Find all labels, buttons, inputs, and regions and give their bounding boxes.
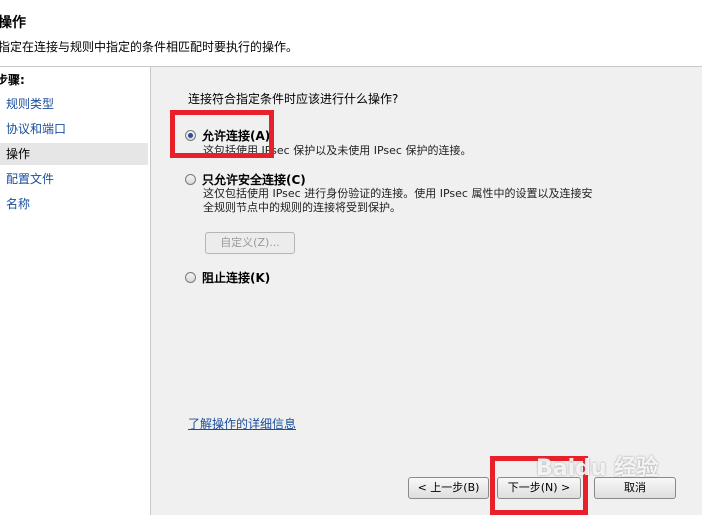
allow-connection-radio[interactable] xyxy=(185,130,196,141)
step-action[interactable]: 操作 xyxy=(0,143,148,165)
secure-connection-label[interactable]: 只允许安全连接(C) xyxy=(202,171,306,188)
block-connection-radio[interactable] xyxy=(185,272,196,283)
page-title: 操作 xyxy=(0,15,26,31)
next-button[interactable]: 下一步(N) > xyxy=(497,477,581,499)
block-connection-option[interactable]: 阻止连接(K) xyxy=(185,269,270,286)
step-profile[interactable]: 配置文件 xyxy=(0,168,148,190)
allow-connection-option[interactable]: 允许连接(A) xyxy=(185,127,270,144)
block-connection-label[interactable]: 阻止连接(K) xyxy=(202,269,270,286)
page-description: 指定在连接与规则中指定的条件相匹配时要执行的操作。 xyxy=(0,40,299,54)
step-protocol-ports[interactable]: 协议和端口 xyxy=(0,118,148,140)
back-button[interactable]: < 上一步(B) xyxy=(408,477,489,499)
secure-connection-description-line1: 这仅包括使用 IPsec 进行身份验证的连接。使用 IPsec 属性中的设置以及… xyxy=(203,187,593,200)
step-rule-type[interactable]: 规则类型 xyxy=(0,93,148,115)
allow-connection-label[interactable]: 允许连接(A) xyxy=(202,127,270,144)
allow-connection-description: 这包括使用 IPsec 保护以及未使用 IPsec 保护的连接。 xyxy=(203,144,472,157)
secure-connection-radio[interactable] xyxy=(185,174,196,185)
cancel-button[interactable]: 取消 xyxy=(594,477,676,499)
secure-connection-option[interactable]: 只允许安全连接(C) xyxy=(185,171,306,188)
step-name[interactable]: 名称 xyxy=(0,193,148,215)
action-question: 连接符合指定条件时应该进行什么操作? xyxy=(188,92,399,106)
steps-label: 步骤: xyxy=(0,73,25,87)
learn-more-link[interactable]: 了解操作的详细信息 xyxy=(188,415,296,432)
secure-connection-description-line2: 全规则节点中的规则的连接将受到保护。 xyxy=(203,201,401,214)
customize-button[interactable]: 自定义(Z)... xyxy=(205,232,295,254)
main-content: 连接符合指定条件时应该进行什么操作? 允许连接(A) 这包括使用 IPsec 保… xyxy=(151,67,702,515)
steps-panel: 步骤: 规则类型 协议和端口 操作 配置文件 名称 xyxy=(0,67,151,515)
wizard-header: 操作 指定在连接与规则中指定的条件相匹配时要执行的操作。 xyxy=(0,0,702,67)
